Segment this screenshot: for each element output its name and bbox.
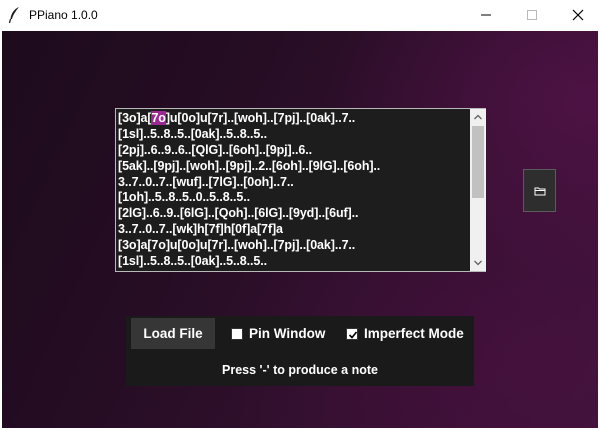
- sheet-lines: [3o]a[7o]u[0o]u[7r]..[woh]..[7pj]..[0ak]…: [118, 111, 470, 269]
- sheet-line: [1sl]..5..8..5..[0ak]..5..8..5..: [118, 254, 267, 269]
- sheet-line: [2pj]..6..9..6..[QlG]..[6oh]..[9pj]..6..: [118, 142, 312, 157]
- sheet-line-after-highlight: ]u[0o]u[7r]..[woh]..[7pj]..[0ak]..7..: [165, 111, 356, 125]
- vertical-scrollbar[interactable]: [470, 109, 486, 271]
- maximize-button[interactable]: [509, 0, 555, 30]
- pin-window-checkbox-box[interactable]: [231, 328, 243, 340]
- sheet-line: [3o]a[7o]u[0o]u[7r]..[woh]..[7pj]..[0ak]…: [118, 238, 356, 253]
- music-sheet-textbox[interactable]: [3o]a[7o]u[0o]u[7r]..[woh]..[7pj]..[0ak]…: [115, 108, 486, 272]
- scrollbar-thumb[interactable]: [472, 126, 484, 198]
- scroll-down-button[interactable]: [470, 255, 486, 271]
- load-file-button[interactable]: Load File: [131, 318, 215, 349]
- open-folder-button[interactable]: [523, 169, 556, 212]
- close-icon: [572, 9, 584, 21]
- control-panel: Load File Pin Window Imperfect Mode Pres…: [126, 316, 474, 386]
- current-note-highlight: 7o: [151, 111, 166, 125]
- sheet-line: [1oh]..5..8..5..0..5..8..5..: [118, 190, 250, 205]
- hint-text: Press '-' to produce a note: [222, 363, 378, 377]
- chevron-up-icon: [474, 114, 482, 120]
- sheet-line: 3..7..0..7..[wk]h[7f]h[0f]a[7f]a: [118, 222, 283, 237]
- minimize-icon: [481, 14, 491, 16]
- maximize-icon: [527, 10, 537, 20]
- window-title: PPiano 1.0.0: [29, 8, 98, 22]
- imperfect-mode-label: Imperfect Mode: [364, 326, 464, 341]
- title-bar: PPiano 1.0.0: [0, 0, 600, 30]
- sheet-line: [5ak]..[9pj]..[woh]..[9pj]..2..[6oh]..[9…: [118, 158, 381, 173]
- minimize-button[interactable]: [463, 0, 509, 30]
- sheet-line-highlighted: [3o]a[7o]u[0o]u[7r]..[woh]..[7pj]..[0ak]…: [118, 111, 470, 127]
- pin-window-label: Pin Window: [249, 326, 326, 341]
- sheet-line-before-highlight: [3o]a[: [118, 111, 152, 125]
- imperfect-mode-checkbox-box[interactable]: [346, 328, 358, 340]
- chevron-down-icon: [474, 260, 482, 266]
- folder-icon: [534, 187, 546, 196]
- feather-icon: [8, 6, 22, 24]
- sheet-line: [2lG]..6..9..[6lG]..[Qoh]..[6lG]..[9yd].…: [118, 206, 359, 221]
- checkmark-icon: [348, 331, 358, 339]
- sheet-line: 3..7..0..7..[wuf]..[7lG]..[0oh]..7..: [118, 174, 294, 189]
- scroll-up-button[interactable]: [470, 109, 486, 125]
- sheet-line: [1sl]..5..8..5..[0ak]..5..8..5..: [118, 126, 267, 141]
- close-button[interactable]: [555, 0, 600, 30]
